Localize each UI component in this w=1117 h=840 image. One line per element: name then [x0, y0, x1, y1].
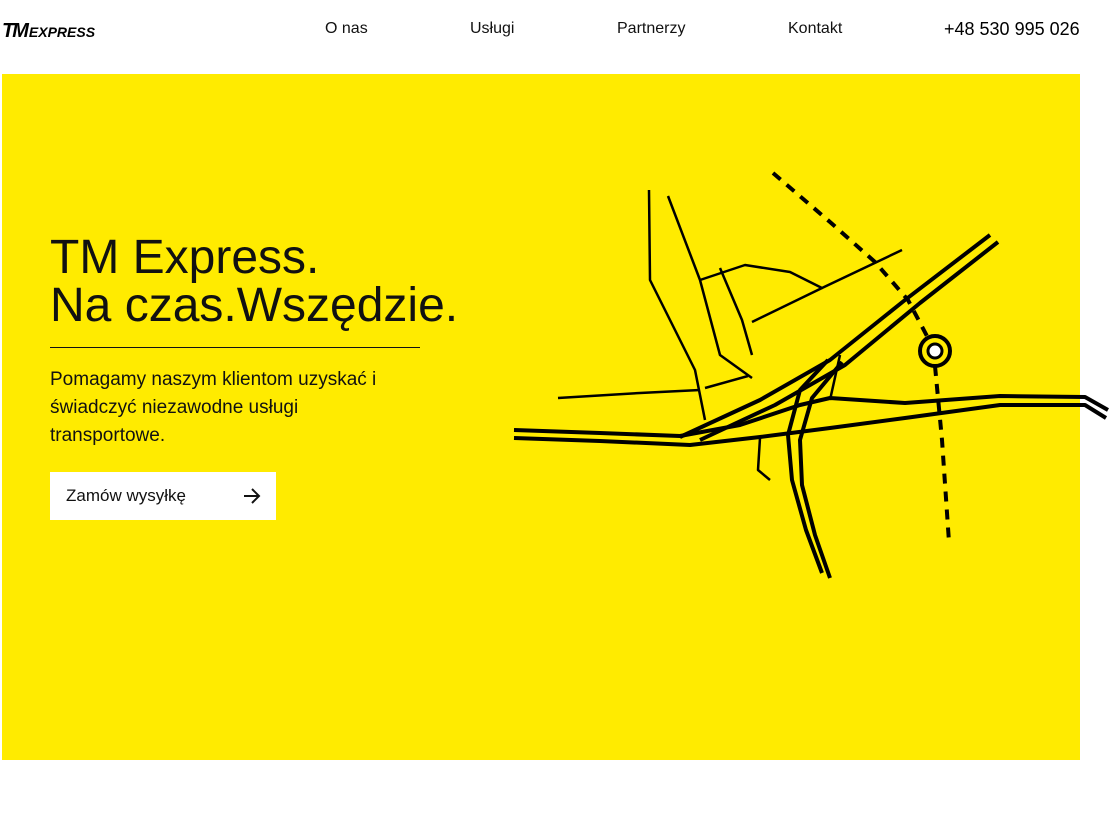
- hero-title: TM Express. Na czas.Wszędzie.: [50, 234, 458, 330]
- order-shipment-button[interactable]: Zamów wysyłkę: [50, 472, 276, 520]
- brand-logo[interactable]: TM EXPRESS: [2, 21, 95, 41]
- hero-section: TM Express. Na czas.Wszędzie. Pomagamy n…: [2, 74, 1080, 760]
- arrow-right-icon: [244, 488, 261, 504]
- hero-title-line-1: TM Express.: [50, 231, 320, 284]
- site-header: TM EXPRESS O nas Usługi Partnerzy Kontak…: [0, 0, 1117, 60]
- nav-link-partners[interactable]: Partnerzy: [617, 20, 685, 38]
- order-shipment-label: Zamów wysyłkę: [66, 486, 186, 505]
- hero-divider: [50, 347, 420, 348]
- nav-link-services[interactable]: Usługi: [470, 20, 514, 38]
- hero-title-line-2: Na czas.Wszędzie.: [50, 279, 459, 332]
- logo-word: EXPRESS: [28, 24, 96, 40]
- hero-description: Pomagamy naszym klientom uzyskać i świad…: [50, 369, 377, 446]
- logo-mark: TM: [2, 20, 29, 42]
- nav-link-about[interactable]: O nas: [325, 20, 368, 38]
- nav-link-contact[interactable]: Kontakt: [788, 20, 842, 38]
- phone-link[interactable]: +48 530 995 026: [944, 19, 1080, 39]
